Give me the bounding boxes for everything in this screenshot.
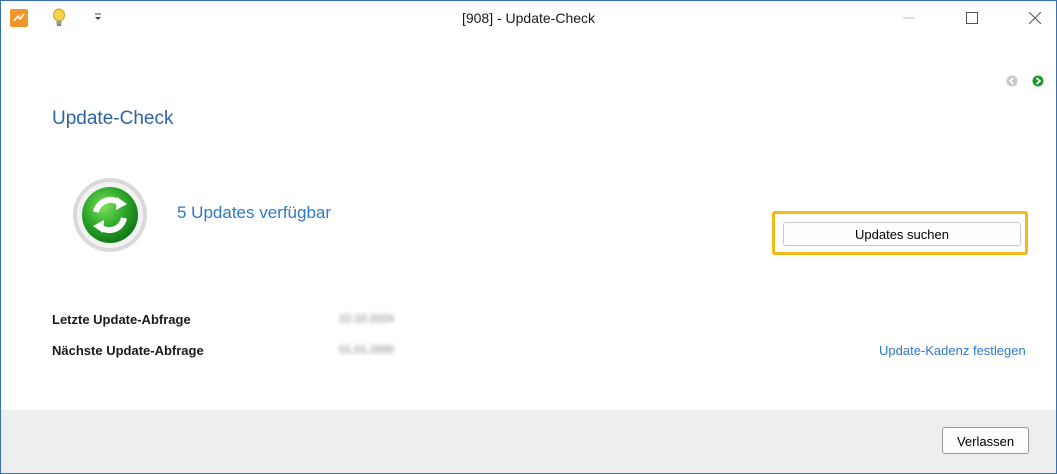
updates-available-text: 5 Updates verfügbar	[177, 203, 332, 222]
search-updates-button[interactable]: Updates suchen	[783, 222, 1021, 246]
title-bar: [908] - Update-Check	[1, 1, 1056, 35]
last-check-value: 22.10.2024	[339, 313, 395, 325]
minimize-button[interactable]	[886, 1, 931, 35]
back-arrow-icon[interactable]	[1006, 74, 1018, 87]
minimize-icon	[903, 17, 915, 19]
search-button-highlight: Updates suchen	[772, 211, 1028, 255]
exit-button[interactable]: Verlassen	[942, 427, 1029, 454]
update-check-window: [908] - Update-Check Update-Check 5 Upda…	[0, 0, 1057, 474]
maximize-icon	[966, 12, 978, 24]
page-title: Update-Check	[52, 108, 174, 129]
refresh-sync-icon	[71, 176, 149, 254]
forward-arrow-icon[interactable]	[1032, 74, 1044, 87]
set-update-cadence-link[interactable]: Update-Kadenz festlegen	[879, 343, 1026, 358]
next-check-label: Nächste Update-Abfrage	[52, 343, 204, 358]
close-button[interactable]	[1012, 1, 1056, 35]
last-check-label: Letzte Update-Abfrage	[52, 312, 191, 327]
maximize-button[interactable]	[949, 1, 994, 35]
next-check-value: 01.01.2000	[339, 344, 395, 356]
footer-bar: Verlassen	[1, 410, 1056, 473]
close-icon	[1029, 12, 1041, 24]
